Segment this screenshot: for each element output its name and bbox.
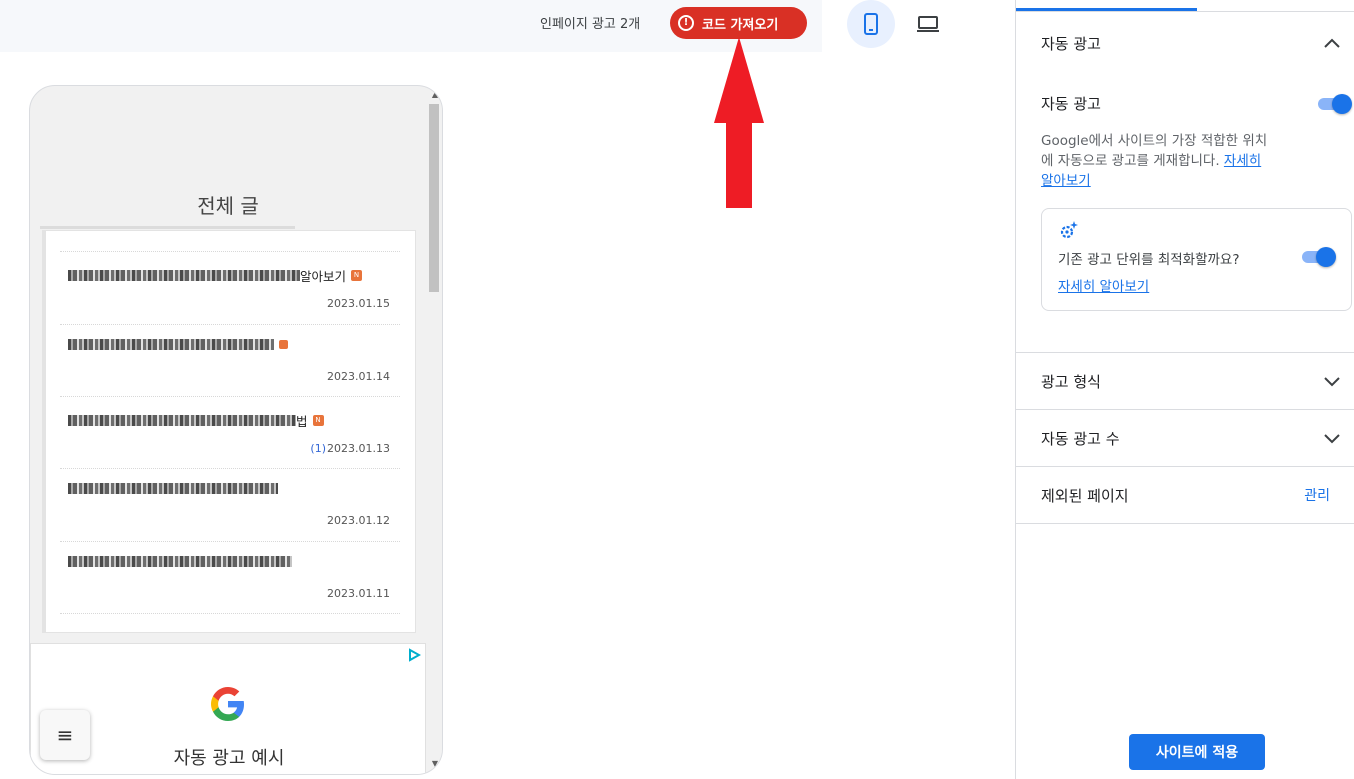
desktop-preview-button[interactable]	[904, 0, 952, 48]
list-item[interactable]: 법 N (1) 2023.01.13	[60, 396, 400, 468]
preview-toolbar: 인페이지 광고 2개 ! 코드 가져오기	[0, 0, 822, 52]
section-ad-load-title[interactable]: 자동 광고 수	[1041, 428, 1120, 449]
list-item[interactable]: 2023.01.11	[60, 541, 400, 613]
google-logo-icon	[211, 687, 244, 721]
chevron-down-icon[interactable]	[1322, 371, 1342, 391]
post-date: 2023.01.14	[327, 370, 390, 383]
list-item[interactable]: 2023.01.12	[60, 468, 400, 540]
divider	[1016, 466, 1354, 467]
laptop-icon	[917, 16, 939, 32]
list-divider	[60, 613, 400, 614]
ad-example-label: 자동 광고 예시	[173, 748, 285, 769]
new-badge: N	[312, 415, 324, 426]
learn-more-link-cont[interactable]: 알아보기	[1041, 173, 1091, 189]
post-title-visible: 법	[296, 414, 308, 429]
section-ad-formats-title[interactable]: 광고 형식	[1041, 371, 1101, 392]
comment-count[interactable]: (1)	[310, 442, 326, 455]
preview-scrollbar[interactable]: ▲ ▼	[426, 86, 442, 774]
optimize-toggle[interactable]	[1300, 247, 1336, 267]
adchoices-icon[interactable]	[407, 648, 421, 662]
blurred-text	[68, 339, 274, 350]
divider	[1016, 409, 1354, 410]
in-page-ad-count: 인페이지 광고 2개	[540, 17, 641, 32]
auto-ads-toggle[interactable]	[1316, 94, 1352, 114]
list-item[interactable]: 2023.01.14	[60, 324, 400, 396]
manage-excluded-pages-link[interactable]: 관리	[1304, 485, 1330, 505]
post-date: 2023.01.15	[327, 297, 390, 310]
post-title[interactable]	[68, 339, 288, 350]
heading-underline	[40, 226, 295, 229]
scroll-down-icon[interactable]: ▼	[432, 759, 438, 768]
new-badge: N	[351, 270, 363, 281]
scroll-up-icon[interactable]: ▲	[432, 90, 438, 99]
list-item[interactable]: 알아보기 N 2023.01.15	[60, 251, 400, 323]
tab-divider	[1016, 11, 1354, 12]
post-date: 2023.01.12	[327, 514, 390, 527]
auto-ads-toggle-label: 자동 광고	[1041, 95, 1101, 113]
settings-panel: 자동 광고 자동 광고 Google에서 사이트의 가장 적합한 위치 에 자동…	[1015, 0, 1354, 779]
post-list: 알아보기 N 2023.01.15 2023.01.14 법 N (1) 202…	[42, 230, 416, 633]
annotation-arrow-up	[714, 37, 764, 208]
post-title[interactable]: 알아보기 N	[68, 266, 363, 285]
hamburger-icon: ≡	[56, 723, 74, 747]
get-code-label: 코드 가져오기	[702, 17, 779, 33]
optimize-learn-more-link[interactable]: 자세히 알아보기	[1058, 275, 1149, 295]
optimize-sparkle-icon	[1060, 221, 1078, 239]
auto-ads-description: Google에서 사이트의 가장 적합한 위치 에 자동으로 광고를 게재합니다…	[1041, 133, 1268, 189]
mobile-preview-button[interactable]	[847, 0, 895, 48]
learn-more-link[interactable]: 자세히	[1224, 153, 1261, 169]
smartphone-icon	[864, 13, 878, 35]
mobile-preview-frame: ▲ ▼ 전체 글 알아보기 N 2023.01.15 2023.01.14 법	[29, 85, 443, 775]
scroll-thumb[interactable]	[429, 104, 439, 292]
optimize-label: 기존 광고 단위를 최적화할까요?	[1058, 252, 1240, 268]
post-date: 2023.01.13	[327, 442, 390, 455]
post-date: 2023.01.11	[327, 587, 390, 600]
post-title-visible: 알아보기	[300, 269, 347, 284]
blurred-text	[68, 270, 300, 281]
post-title[interactable]	[68, 556, 292, 567]
chevron-down-icon[interactable]	[1322, 428, 1342, 448]
divider	[1016, 523, 1354, 524]
divider	[1016, 352, 1354, 353]
warning-icon: !	[678, 15, 694, 31]
post-title[interactable]: 법 N	[68, 411, 324, 430]
page-heading: 전체 글	[197, 194, 259, 218]
blurred-text	[68, 556, 292, 567]
optimize-ad-units-card: 기존 광고 단위를 최적화할까요? 자세히 알아보기	[1041, 208, 1352, 311]
blurred-text	[68, 415, 296, 426]
post-title[interactable]	[68, 483, 278, 494]
get-code-button[interactable]: ! 코드 가져오기	[670, 7, 807, 39]
blurred-text	[68, 483, 278, 494]
chevron-up-icon[interactable]	[1322, 34, 1342, 54]
section-auto-ads-title[interactable]: 자동 광고	[1041, 33, 1101, 54]
menu-button[interactable]: ≡	[40, 710, 90, 760]
section-excluded-pages-title: 제외된 페이지	[1041, 487, 1129, 505]
apply-to-site-button[interactable]: 사이트에 적용	[1129, 734, 1265, 770]
thumbnail-dot	[279, 340, 288, 349]
